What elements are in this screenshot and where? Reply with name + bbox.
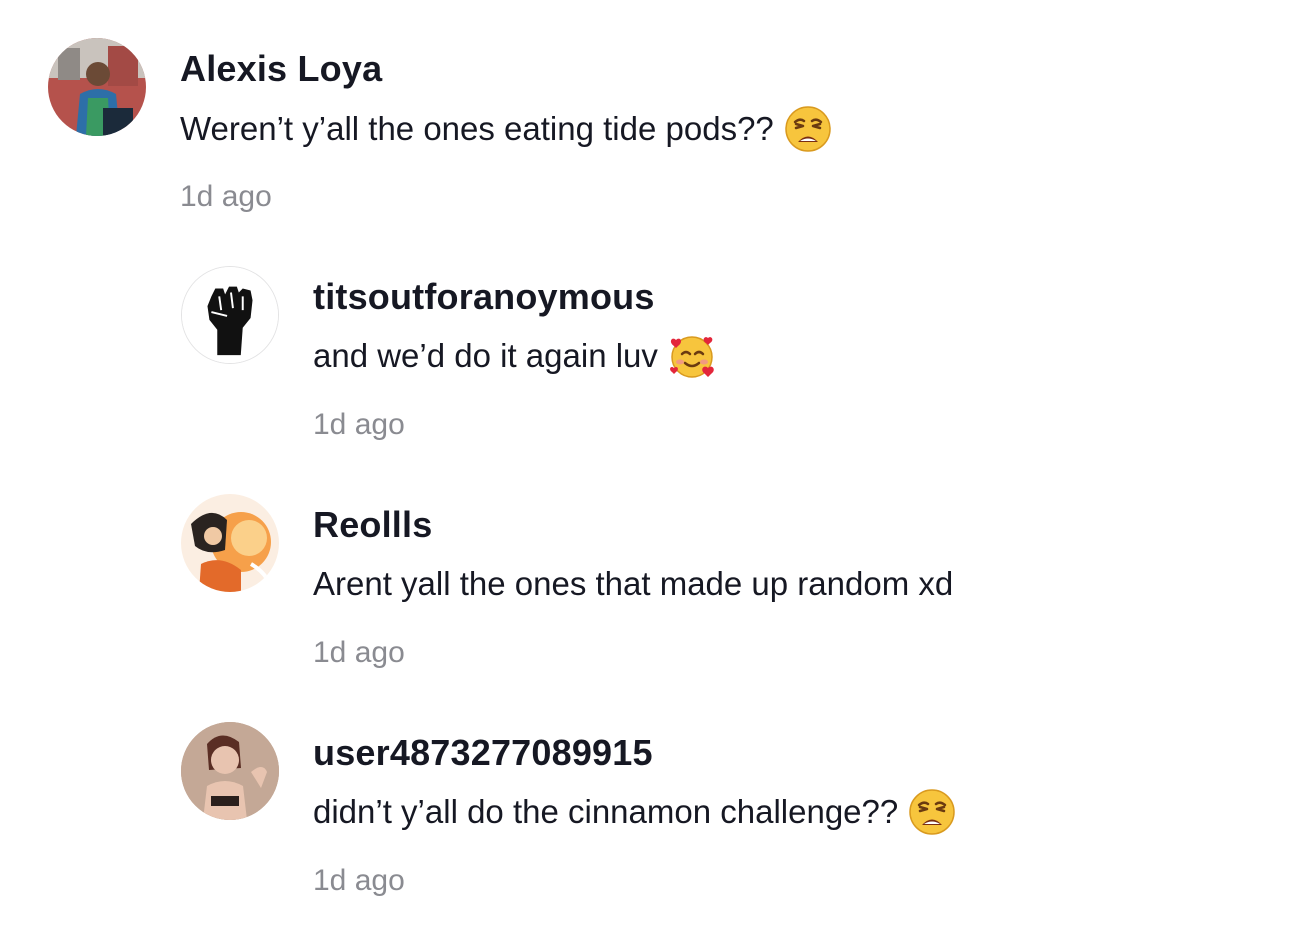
reply-text: didn’t y’all do the cinnamon challenge?? [313, 788, 956, 836]
avatar[interactable] [181, 722, 279, 820]
reply-item: titsoutforanoymous and we’d do it again … [0, 230, 1300, 458]
raised-fist-icon [182, 267, 278, 363]
comment-text: Weren’t y’all the ones eating tide pods?… [180, 105, 832, 153]
reply-text-content: and we’d do it again luv [313, 337, 658, 374]
comment-username[interactable]: Alexis Loya [180, 48, 382, 90]
reply-text-content: didn’t y’all do the cinnamon challenge?? [313, 793, 899, 830]
comment-timestamp: 1d ago [180, 180, 272, 213]
comment-item: Alexis Loya Weren’t y’all the ones eatin… [0, 0, 1300, 230]
avatar[interactable] [181, 494, 279, 592]
comment-text-content: Weren’t y’all the ones eating tide pods?… [180, 110, 774, 147]
anime-character-icon [181, 494, 279, 592]
reply-text: and we’d do it again luv [313, 332, 716, 380]
weary-face-icon [908, 788, 956, 836]
reply-text-content: Arent yall the ones that made up random … [313, 565, 954, 602]
user-photo-icon [48, 38, 146, 136]
smiling-face-with-hearts-icon [668, 332, 716, 380]
reply-timestamp: 1d ago [313, 636, 405, 669]
reply-username[interactable]: user4873277089915 [313, 732, 653, 774]
reply-text: Arent yall the ones that made up random … [313, 560, 953, 608]
reply-timestamp: 1d ago [313, 408, 405, 441]
reply-username[interactable]: titsoutforanoymous [313, 276, 655, 318]
weary-face-icon [784, 105, 832, 153]
reply-item: Reollls Arent yall the ones that made up… [0, 458, 1300, 686]
user-photo-icon [181, 722, 279, 820]
avatar[interactable] [48, 38, 146, 136]
reply-timestamp: 1d ago [313, 864, 405, 897]
avatar[interactable] [181, 266, 279, 364]
reply-username[interactable]: Reollls [313, 504, 432, 546]
reply-item: user4873277089915 didn’t y’all do the ci… [0, 686, 1300, 929]
